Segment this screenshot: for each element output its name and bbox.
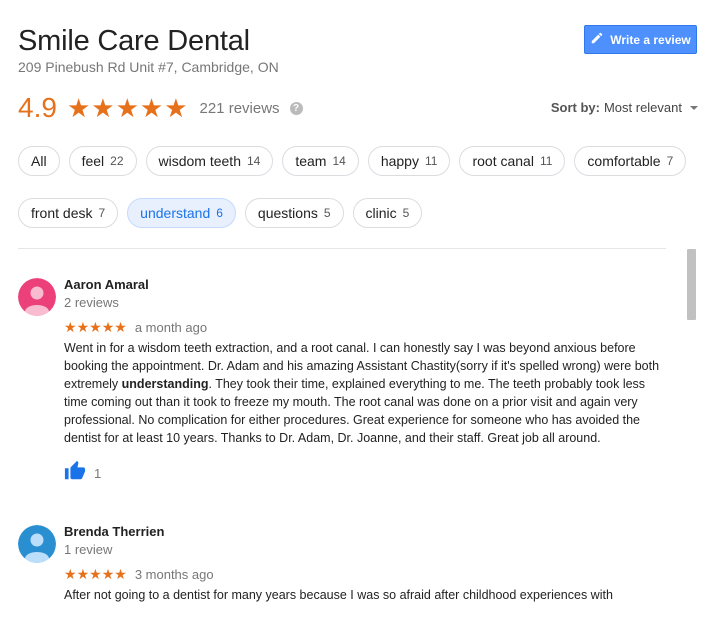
filter-chip-clinic[interactable]: clinic 5 bbox=[352, 198, 423, 228]
review-meta: ★ ★ ★ ★ ★ 3 months ago bbox=[64, 566, 664, 582]
write-review-button[interactable]: Write a review bbox=[584, 25, 697, 54]
pencil-icon bbox=[590, 31, 604, 48]
review-stars: ★ ★ ★ ★ ★ bbox=[64, 320, 127, 334]
divider bbox=[18, 248, 666, 249]
chip-count: 7 bbox=[98, 206, 106, 220]
review-text: After not going to a dentist for many ye… bbox=[64, 586, 660, 604]
chip-label: understand bbox=[140, 205, 211, 221]
rating-value: 4.9 bbox=[18, 92, 57, 123]
author-review-count: 2 reviews bbox=[64, 295, 119, 310]
filter-chip-questions[interactable]: questions 5 bbox=[244, 198, 344, 228]
avatar[interactable] bbox=[18, 278, 56, 316]
chip-label: root canal bbox=[472, 153, 534, 169]
rating-summary: 4.9 ★ ★ ★ ★ ★ 221 reviews ? Sort by: Mos… bbox=[18, 92, 698, 124]
filter-chip-root-canal[interactable]: root canal 11 bbox=[459, 146, 566, 176]
chip-label: All bbox=[31, 153, 47, 169]
sort-dropdown[interactable]: Sort by: Most relevant bbox=[551, 100, 698, 115]
chip-count: 5 bbox=[323, 206, 331, 220]
filter-chip-comfortable[interactable]: comfortable 7 bbox=[574, 146, 687, 176]
chip-count: 22 bbox=[110, 154, 124, 168]
chip-label: feel bbox=[81, 153, 105, 169]
filter-chip-front-desk[interactable]: front desk 7 bbox=[18, 198, 119, 228]
star-icon: ★ bbox=[89, 319, 102, 335]
star-icon: ★ bbox=[101, 566, 115, 582]
filter-chip-feel[interactable]: feel 22 bbox=[68, 146, 137, 176]
star-icon: ★ bbox=[114, 566, 127, 582]
star-icon: ★ bbox=[76, 319, 90, 335]
topic-filters: All feel 22 wisdom teeth 14 team 14 happ… bbox=[18, 146, 688, 250]
chevron-down-icon bbox=[690, 105, 698, 110]
total-reviews: 221 reviews bbox=[199, 99, 280, 117]
chip-label: wisdom teeth bbox=[158, 153, 241, 169]
star-icon: ★ bbox=[89, 566, 102, 582]
review-time: a month ago bbox=[134, 319, 208, 335]
help-icon[interactable]: ? bbox=[289, 101, 303, 115]
chip-count: 14 bbox=[246, 154, 261, 168]
author-review-count: 1 review bbox=[64, 542, 113, 557]
star-icon: ★ bbox=[115, 93, 139, 123]
star-icon: ★ bbox=[66, 93, 91, 123]
chip-label: happy bbox=[380, 153, 419, 169]
star-icon: ★ bbox=[64, 566, 77, 582]
chip-count: 14 bbox=[332, 154, 346, 168]
business-address: 209 Pinebush Rd Unit #7, Cambridge, ON bbox=[18, 59, 279, 75]
chip-count: 5 bbox=[402, 206, 410, 220]
review-stars: ★ ★ ★ ★ ★ bbox=[64, 567, 127, 581]
star-icon: ★ bbox=[101, 319, 115, 335]
review-author[interactable]: Aaron Amaral bbox=[64, 277, 664, 293]
like-count: 1 bbox=[94, 465, 102, 481]
star-icon: ★ bbox=[139, 93, 164, 123]
review-time: 3 months ago bbox=[134, 566, 214, 582]
filter-row: front desk 7 understand 6 questions 5 cl… bbox=[18, 198, 688, 228]
like-section: 1 bbox=[64, 460, 664, 487]
filter-chip-happy[interactable]: happy 11 bbox=[367, 146, 451, 176]
chip-count: 11 bbox=[424, 154, 438, 168]
review-meta: ★ ★ ★ ★ ★ a month ago bbox=[64, 319, 664, 335]
filter-chip-wisdom-teeth[interactable]: wisdom teeth 14 bbox=[145, 146, 274, 176]
sort-value: Most relevant bbox=[603, 100, 682, 115]
star-icon: ★ bbox=[164, 93, 188, 123]
review-text-highlight: understanding bbox=[121, 377, 209, 391]
filter-chip-team[interactable]: team 14 bbox=[282, 146, 359, 176]
filter-chip-all[interactable]: All bbox=[18, 146, 60, 176]
thumbs-up-icon[interactable] bbox=[64, 460, 86, 487]
review-text-part: After not going to a dentist for many ye… bbox=[64, 588, 613, 602]
chip-label: team bbox=[295, 153, 327, 169]
filter-row: All feel 22 wisdom teeth 14 team 14 happ… bbox=[18, 146, 688, 176]
chip-label: clinic bbox=[365, 205, 397, 221]
chip-label: comfortable bbox=[587, 153, 661, 169]
avatar[interactable] bbox=[18, 525, 56, 563]
filter-chip-understand[interactable]: understand 6 bbox=[127, 198, 236, 228]
chip-count: 7 bbox=[666, 154, 674, 168]
star-icon: ★ bbox=[64, 319, 77, 335]
review-text: Went in for a wisdom teeth extraction, a… bbox=[64, 339, 660, 447]
rating-stars: ★ ★ ★ ★ ★ bbox=[67, 95, 188, 121]
review-author[interactable]: Brenda Therrien bbox=[64, 524, 664, 540]
write-review-label: Write a review bbox=[610, 32, 691, 47]
star-icon: ★ bbox=[114, 319, 127, 335]
sort-label: Sort by: bbox=[550, 100, 600, 115]
chip-count: 6 bbox=[216, 206, 223, 220]
chip-label: front desk bbox=[31, 205, 93, 221]
star-icon: ★ bbox=[91, 93, 115, 123]
scrollbar-thumb[interactable] bbox=[687, 249, 696, 320]
chip-label: questions bbox=[257, 205, 318, 221]
star-icon: ★ bbox=[76, 566, 90, 582]
chip-count: 11 bbox=[539, 154, 553, 168]
